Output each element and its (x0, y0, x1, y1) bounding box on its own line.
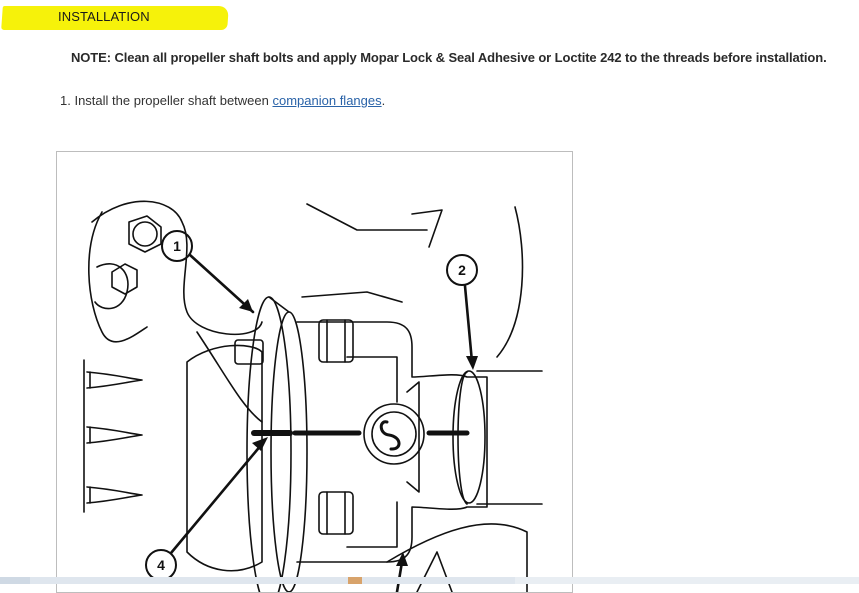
step-number: 1. (60, 93, 71, 108)
section-heading: INSTALLATION (58, 9, 150, 24)
callout-4-label: 4 (157, 557, 165, 573)
bottom-scroll-strip (0, 577, 859, 584)
callout-2-leader (463, 284, 474, 364)
installation-note: NOTE: Clean all propeller shaft bolts an… (71, 50, 827, 65)
propeller-shaft-illustration: 1 2 4 (56, 151, 573, 593)
step-text-end: . (381, 93, 386, 108)
companion-flanges-link[interactable]: companion flanges (272, 93, 381, 108)
callout-2-label: 2 (458, 262, 466, 278)
section-heading-container: INSTALLATION (0, 0, 232, 34)
step-text: Install the propeller shaft between (74, 93, 273, 108)
callout-1-label: 1 (173, 238, 181, 254)
step-1: 1. Install the propeller shaft between c… (60, 93, 385, 108)
illustration-svg: 1 2 4 (83, 200, 543, 592)
